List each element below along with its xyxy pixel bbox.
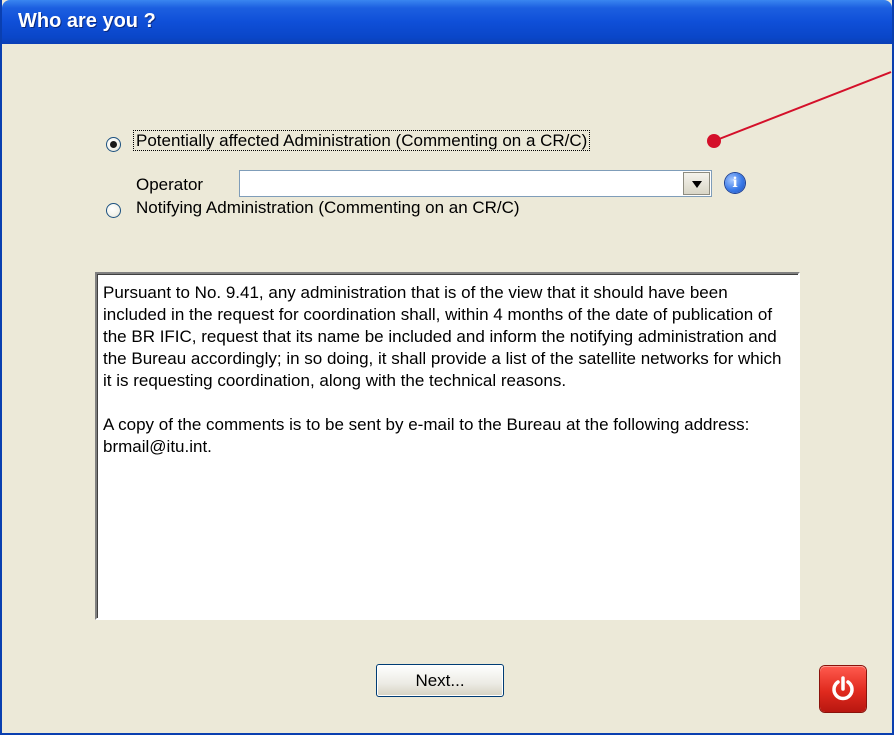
description-paragraph-2: A copy of the comments is to be sent by … bbox=[103, 415, 750, 456]
who-are-you-window: Who are you ? Potentially affected Admin… bbox=[0, 0, 894, 735]
operator-input[interactable] bbox=[240, 171, 680, 196]
next-button-label: Next... bbox=[415, 670, 465, 690]
description-paragraph-1: Pursuant to No. 9.41, any administration… bbox=[103, 283, 782, 390]
notifying-administration-label[interactable]: Notifying Administration (Commenting on … bbox=[136, 198, 520, 218]
info-icon[interactable]: i bbox=[725, 173, 745, 193]
next-button[interactable]: Next... bbox=[376, 664, 504, 697]
operator-combobox[interactable] bbox=[239, 170, 712, 197]
affected-administration-text: Potentially affected Administration (Com… bbox=[133, 130, 591, 151]
affected-administration-radio[interactable] bbox=[106, 137, 121, 152]
title-bar: Who are you ? bbox=[2, 0, 892, 44]
chevron-down-icon[interactable] bbox=[683, 172, 710, 195]
notifying-administration-radio[interactable] bbox=[106, 203, 121, 218]
description-textbox[interactable]: Pursuant to No. 9.41, any administration… bbox=[95, 272, 800, 620]
operator-label: Operator bbox=[136, 175, 204, 194]
power-icon bbox=[832, 676, 854, 701]
annotation-line bbox=[713, 71, 892, 142]
window-title: Who are you ? bbox=[18, 10, 156, 32]
annotation-dot bbox=[707, 134, 721, 148]
power-button[interactable] bbox=[820, 666, 866, 712]
affected-administration-label[interactable]: Potentially affected Administration (Com… bbox=[133, 130, 591, 151]
